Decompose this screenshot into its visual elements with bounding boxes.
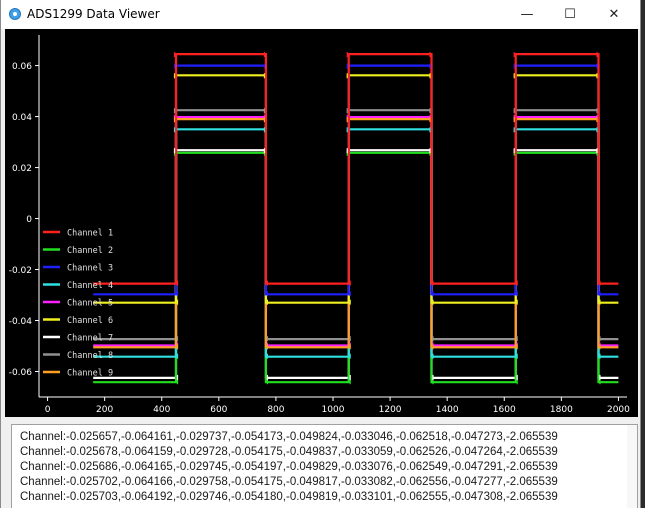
close-button[interactable]: ✕	[593, 0, 635, 29]
legend-label: Channel 7	[67, 334, 113, 344]
window-title: ADS1299 Data Viewer	[27, 7, 160, 21]
app-logo-icon	[9, 8, 21, 20]
x-tick-label: 600	[210, 405, 227, 415]
plot-area[interactable]: 0.06 0.04 0.02 0 -0.02 -0.04 -0.06 0 200 400 600 80…	[5, 29, 638, 417]
x-tick-label: 1200	[379, 405, 402, 415]
legend-label: Channel 1	[67, 229, 113, 239]
legend-label: Channel 6	[67, 316, 113, 326]
x-tick-label: 200	[96, 405, 113, 415]
log-line: Channel:-0.025678,-0.064159,-0.029728,-0…	[20, 446, 558, 458]
log-lines: Channel:-0.025657,-0.064161,-0.029737,-0…	[12, 425, 637, 505]
series-line	[93, 109, 619, 341]
maximize-button[interactable]: ☐	[549, 0, 591, 29]
y-tick-label: -0.02	[9, 266, 32, 276]
data-log[interactable]: Channel:-0.025657,-0.064161,-0.029737,-0…	[11, 424, 638, 508]
y-tick-label: 0.04	[12, 113, 32, 123]
y-tick-label: -0.04	[9, 317, 33, 327]
log-line: Channel:-0.025702,-0.064166,-0.029758,-0…	[20, 476, 558, 488]
series-line	[93, 128, 619, 358]
x-tick-label: 0	[45, 405, 51, 415]
x-tick-label: 800	[267, 405, 284, 415]
app-window: ADS1299 Data Viewer — ☐ ✕ 0.06 0.04 0.02 0 -…	[0, 0, 641, 508]
y-tick-label: 0	[26, 215, 32, 225]
y-tick-label: -0.06	[9, 368, 33, 378]
series-line	[93, 64, 619, 296]
x-tick-label: 1800	[550, 405, 573, 415]
series-line	[93, 116, 619, 347]
log-scrollbar[interactable]	[627, 425, 637, 508]
log-line: Channel:-0.025657,-0.064161,-0.029737,-0…	[20, 431, 558, 443]
x-tick-label: 400	[153, 405, 170, 415]
legend-label: Channel 5	[67, 299, 113, 309]
legend-label: Channel 4	[67, 281, 113, 291]
y-tick-label: 0.06	[12, 62, 32, 72]
legend-label: Channel 3	[67, 264, 113, 274]
x-tick-label: 1000	[322, 405, 345, 415]
channel-chart: 0.06 0.04 0.02 0 -0.02 -0.04 -0.06 0 200 400 600 80…	[9, 35, 630, 415]
log-line: Channel:-0.025703,-0.064192,-0.029746,-0…	[20, 491, 558, 503]
legend-label: Channel 8	[67, 351, 113, 361]
x-tick-label: 1600	[493, 405, 516, 415]
log-line: Channel:-0.025686,-0.064165,-0.029745,-0…	[20, 461, 558, 473]
minimize-button[interactable]: —	[506, 0, 548, 29]
title-bar[interactable]: ADS1299 Data Viewer — ☐ ✕	[1, 0, 640, 29]
x-tick-label: 2000	[607, 405, 630, 415]
legend-label: Channel 9	[67, 369, 113, 379]
y-tick-label: 0.02	[12, 164, 32, 174]
series-line	[93, 149, 619, 379]
series-line	[93, 53, 619, 285]
legend-label: Channel 2	[67, 246, 113, 256]
x-tick-label: 1400	[436, 405, 459, 415]
